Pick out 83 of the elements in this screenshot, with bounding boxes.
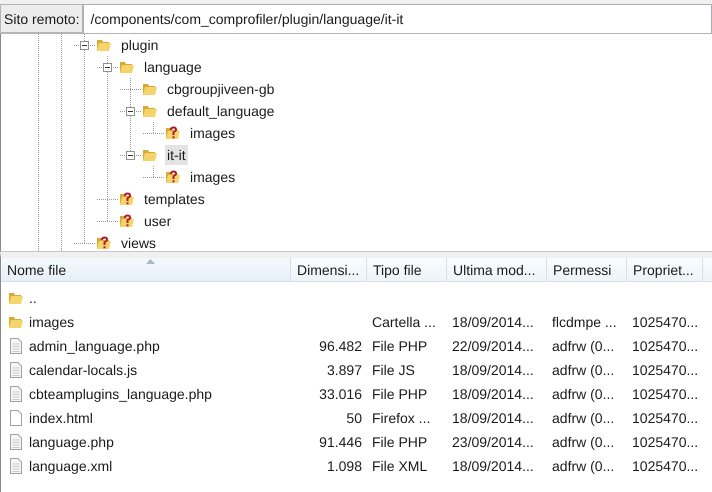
table-cell: File XML: [372, 458, 428, 474]
table-cell: 1025470...: [632, 362, 698, 378]
table-cell: flcdmpe ...: [552, 314, 617, 330]
tree-item[interactable]: plugin: [119, 35, 160, 55]
sort-arrow-icon: [146, 259, 154, 264]
column-header[interactable]: Tipo file: [367, 258, 447, 281]
collapse-icon[interactable]: [126, 151, 135, 160]
tree-item[interactable]: images: [188, 123, 238, 143]
table-cell: 18/09/2014...: [452, 458, 534, 474]
table-cell: Firefox ...: [372, 410, 430, 426]
tree-item[interactable]: language: [142, 57, 204, 77]
folder-icon: [142, 103, 158, 119]
table-cell: 1025470...: [632, 458, 698, 474]
table-cell: 1025470...: [632, 410, 698, 426]
table-cell: 33.016: [319, 386, 362, 402]
file-name[interactable]: admin_language.php: [29, 338, 160, 354]
table-cell: 18/09/2014...: [452, 362, 534, 378]
table-cell: 1025470...: [632, 338, 698, 354]
folder-icon: [8, 314, 24, 330]
table-cell: adfrw (0...: [552, 362, 614, 378]
table-cell: 1.098: [326, 458, 362, 474]
document-icon: [8, 362, 24, 378]
table-cell: Cartella ...: [372, 314, 436, 330]
blank-page-icon: [8, 410, 24, 426]
tree-item[interactable]: cbgroupjiveen-gb: [165, 79, 276, 99]
table-cell: 18/09/2014...: [452, 314, 534, 330]
file-name[interactable]: images: [29, 314, 74, 330]
column-header[interactable]: Propriet...: [627, 258, 703, 281]
table-cell: 22/09/2014...: [452, 338, 534, 354]
file-name[interactable]: cbteamplugins_language.php: [29, 386, 212, 402]
table-cell: File JS: [372, 362, 415, 378]
tree-item[interactable]: templates: [142, 189, 207, 209]
folder-icon: [96, 37, 112, 53]
address-field[interactable]: /components/com_comprofiler/plugin/language/it-it: [83, 4, 712, 33]
question-folder-icon: [165, 169, 181, 185]
tree-item[interactable]: views: [119, 233, 158, 251]
table-cell: adfrw (0...: [552, 458, 614, 474]
table-cell: adfrw (0...: [552, 410, 614, 426]
table-cell: File PHP: [372, 386, 428, 402]
tree-item[interactable]: it-it: [165, 145, 188, 165]
table-cell: adfrw (0...: [552, 434, 614, 450]
folder-icon: [119, 59, 135, 75]
document-icon: [8, 434, 24, 450]
table-cell: 96.482: [319, 338, 362, 354]
table-cell: 1025470...: [632, 314, 698, 330]
table-cell: File PHP: [372, 338, 428, 354]
address-label: Sito remoto:: [0, 4, 84, 33]
collapse-icon[interactable]: [80, 41, 89, 50]
table-cell: 23/09/2014...: [452, 434, 534, 450]
tree-item[interactable]: default_language: [165, 101, 276, 121]
collapse-icon[interactable]: [126, 107, 135, 116]
document-icon: [8, 458, 24, 474]
column-header[interactable]: Permessi: [547, 258, 627, 281]
column-header[interactable]: Ultima mod...: [447, 258, 547, 281]
file-name[interactable]: language.php: [29, 434, 114, 450]
file-name[interactable]: index.html: [29, 410, 93, 426]
table-cell: File PHP: [372, 434, 428, 450]
table-cell: adfrw (0...: [552, 386, 614, 402]
table-cell: adfrw (0...: [552, 338, 614, 354]
file-name[interactable]: calendar-locals.js: [29, 362, 138, 378]
collapse-icon[interactable]: [103, 63, 112, 72]
table-cell: 50: [346, 410, 362, 426]
table-cell: 1025470...: [632, 434, 698, 450]
tree-item[interactable]: user: [142, 211, 174, 231]
document-icon: [8, 386, 24, 402]
table-cell: 1025470...: [632, 386, 698, 402]
column-header[interactable]: Nome file: [1, 258, 291, 281]
table-cell: 3.897: [326, 362, 362, 378]
table-cell: 91.446: [319, 434, 362, 450]
folder-icon: [142, 147, 158, 163]
tree-item[interactable]: images: [188, 167, 238, 187]
file-name[interactable]: language.xml: [29, 458, 112, 474]
document-icon: [8, 338, 24, 354]
question-folder-icon: [165, 125, 181, 141]
question-folder-icon: [96, 235, 112, 251]
column-header[interactable]: Dimensi...: [291, 258, 367, 281]
folder-icon: [8, 290, 24, 306]
question-folder-icon: [119, 213, 135, 229]
folder-icon: [142, 81, 158, 97]
question-folder-icon: [119, 191, 135, 207]
table-cell: 18/09/2014...: [452, 386, 534, 402]
table-cell: 18/09/2014...: [452, 410, 534, 426]
file-name[interactable]: ..: [29, 290, 37, 306]
